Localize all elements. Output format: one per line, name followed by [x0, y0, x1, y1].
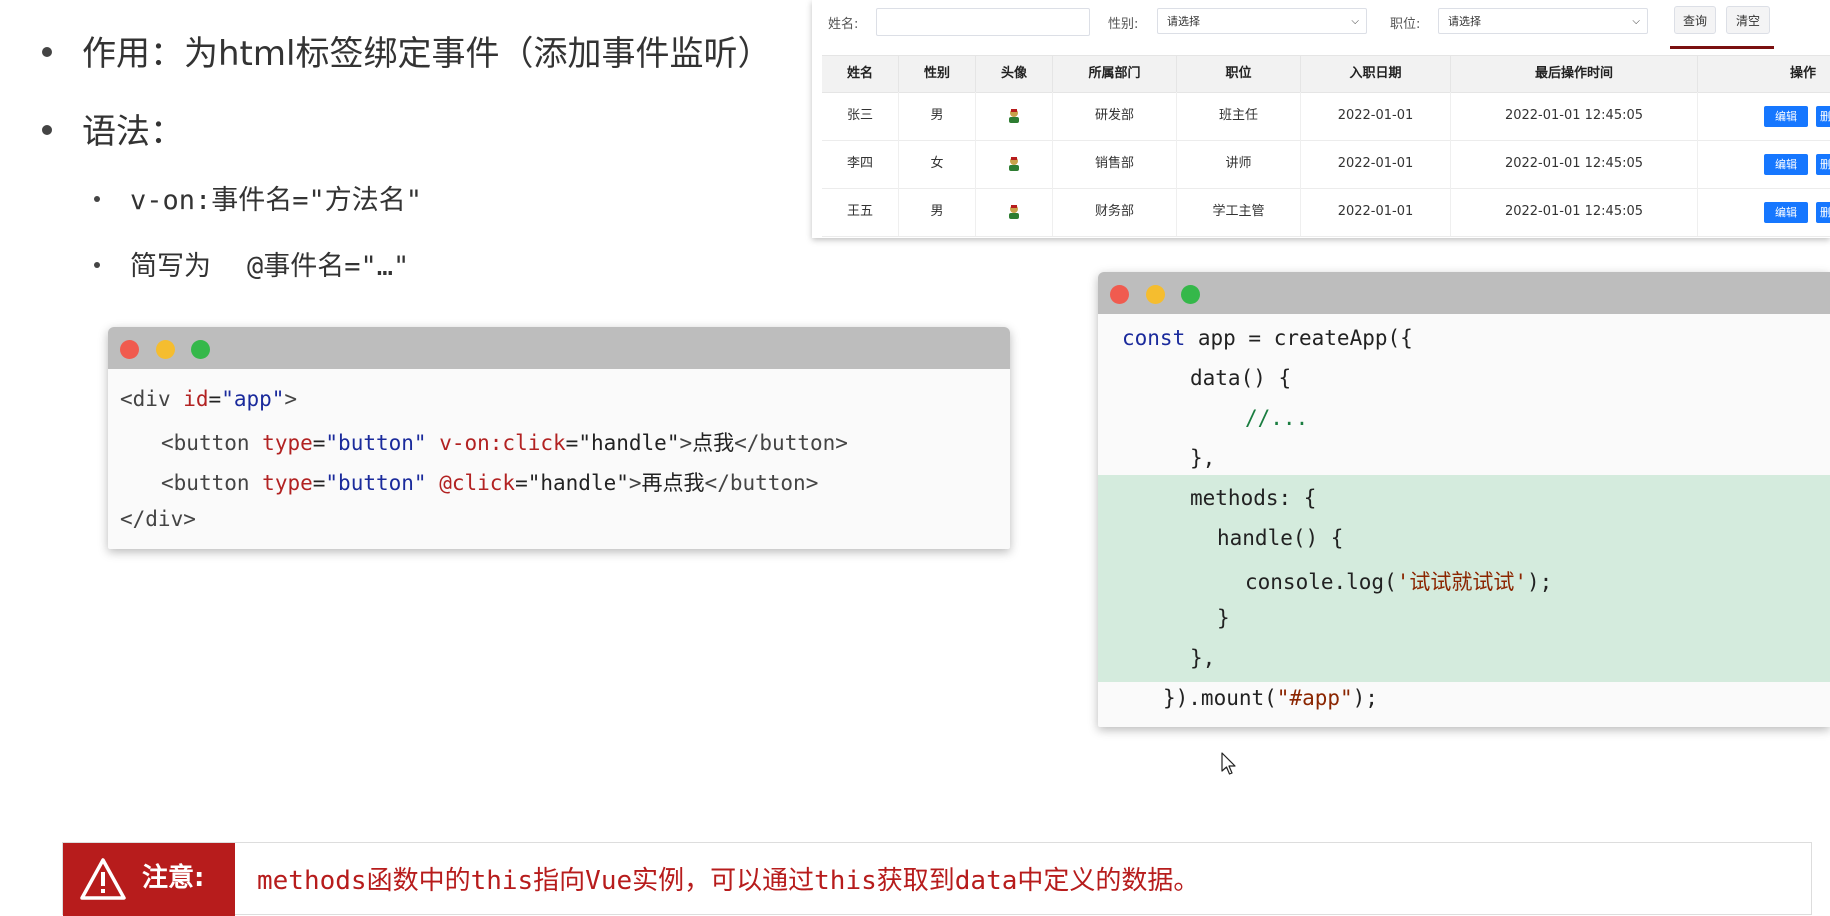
column-header: 入职日期 [1301, 56, 1451, 92]
cell-name: 张三 [822, 92, 899, 140]
cell-position: 学工主管 [1177, 188, 1301, 236]
cell-avatar [976, 140, 1053, 188]
note-label: 注意: [142, 863, 205, 893]
edit-button[interactable]: 编辑 [1764, 154, 1808, 175]
code-line: </div> [120, 507, 196, 531]
minimize-light-icon [1146, 285, 1165, 304]
html-code-window: <div id="app"> <button type="button" v-o… [108, 327, 1010, 549]
cell-last-op: 2022-01-01 12:45:05 [1451, 140, 1698, 188]
cell-gender: 男 [899, 188, 976, 236]
column-header: 职位 [1177, 56, 1301, 92]
edit-button[interactable]: 编辑 [1764, 106, 1808, 127]
column-header: 操作 [1789, 66, 1816, 81]
column-header: 所属部门 [1053, 56, 1177, 92]
code-line: <div id="app"> [120, 387, 298, 411]
filter-position-label: 职位: [1390, 17, 1421, 32]
cell-entry-date: 2022-01-01 [1301, 188, 1451, 236]
bullet-syntax: 语法： [42, 104, 184, 153]
mouse-cursor-icon [1221, 752, 1236, 775]
table-row: 王五 男 财务部 学工主管 2022-01-01 2022-01-01 12:4… [822, 188, 1830, 237]
cell-gender: 女 [899, 140, 976, 188]
maximize-light-icon [191, 340, 210, 359]
cell-entry-date: 2022-01-01 [1301, 92, 1451, 140]
avatar-icon [1009, 204, 1019, 219]
bullet-dot [42, 46, 52, 57]
delete-button[interactable]: 删 [1816, 154, 1830, 175]
cell-name: 李四 [822, 140, 899, 188]
table-header: 姓名 性别 头像 所属部门 职位 入职日期 最后操作时间 操作 [822, 55, 1830, 93]
window-titlebar [1098, 272, 1830, 314]
column-header: 姓名 [822, 56, 899, 92]
warning-icon [80, 858, 126, 900]
bullet-purpose: 作用：为html标签绑定事件（添加事件监听） [42, 26, 771, 75]
filter-gender-label: 性别: [1108, 17, 1139, 32]
cell-last-op: 2022-01-01 12:45:05 [1451, 92, 1698, 140]
sub-bullet-von-text: v-on:事件名="方法名" [130, 185, 423, 216]
cell-dept: 研发部 [1053, 92, 1177, 140]
maximize-light-icon [1181, 285, 1200, 304]
code-line: data() { [1190, 366, 1292, 390]
delete-button[interactable]: 删 [1816, 106, 1830, 127]
cell-position: 讲师 [1177, 140, 1301, 188]
filter-name-input[interactable] [876, 8, 1090, 36]
column-header: 性别 [899, 56, 976, 92]
bullet-dot [42, 124, 52, 135]
filter-position-select[interactable]: 请选择 ⌵ [1438, 8, 1648, 34]
chevron-down-icon: ⌵ [1632, 16, 1640, 27]
code-comment: //... [1245, 406, 1309, 430]
cell-dept: 销售部 [1053, 140, 1177, 188]
code-line: <button type="button" @click="handle">再点… [161, 471, 819, 495]
cell-entry-date: 2022-01-01 [1301, 140, 1451, 188]
code-line: console.log('试试就试试'); [1245, 570, 1553, 594]
code-line: <button type="button" v-on:click="handle… [161, 431, 848, 455]
sub-bullet-shorthand-code: @事件名="…" [247, 251, 410, 282]
filter-underline [1670, 46, 1774, 49]
cell-gender: 男 [899, 92, 976, 140]
delete-button[interactable]: 删 [1816, 202, 1830, 223]
cell-avatar [976, 188, 1053, 236]
bullet-purpose-text: 作用：为html标签绑定事件（添加事件监听） [82, 34, 772, 74]
code-line: } [1217, 606, 1230, 630]
edit-button[interactable]: 编辑 [1764, 202, 1808, 223]
code-line: handle() { [1217, 526, 1344, 550]
sub-bullet-shorthand-prefix: 简写为 [130, 251, 211, 282]
minimize-light-icon [156, 340, 175, 359]
sub-bullet-von: v-on:事件名="方法名" [94, 178, 422, 217]
cell-position: 班主任 [1177, 92, 1301, 140]
note-text: methods函数中的this指向Vue实例，可以通过this获取到data中定… [257, 866, 1200, 896]
filter-position-selected: 请选择 [1448, 15, 1481, 28]
filter-gender-selected: 请选择 [1167, 15, 1200, 28]
avatar-icon [1009, 156, 1019, 171]
js-code-window: const app = createApp({ data() { //... }… [1098, 272, 1830, 727]
close-light-icon [120, 340, 139, 359]
window-titlebar [108, 327, 1010, 369]
sub-bullet-dot [94, 195, 100, 202]
cell-name: 王五 [822, 188, 899, 236]
column-header: 头像 [976, 56, 1053, 92]
code-line: }).mount("#app"); [1163, 686, 1378, 710]
code-line: methods: { [1190, 486, 1317, 510]
cell-dept: 财务部 [1053, 188, 1177, 236]
sub-bullet-shorthand: 简写为 @事件名="…" [94, 244, 409, 283]
bullet-syntax-text: 语法： [82, 112, 184, 152]
sub-bullet-dot [94, 261, 100, 268]
filter-name-label: 姓名: [828, 17, 859, 32]
clear-button[interactable]: 清空 [1726, 6, 1770, 34]
cell-avatar [976, 92, 1053, 140]
chevron-down-icon: ⌵ [1351, 16, 1359, 27]
query-button[interactable]: 查询 [1674, 6, 1716, 34]
column-header: 最后操作时间 [1451, 56, 1698, 92]
close-light-icon [1110, 285, 1129, 304]
avatar-icon [1009, 108, 1019, 123]
filter-gender-select[interactable]: 请选择 ⌵ [1157, 8, 1367, 34]
employee-table-panel: 姓名: 性别: 请选择 ⌵ 职位: 请选择 ⌵ 查询 清空 姓名 性别 头像 所… [812, 0, 1830, 238]
code-line: }, [1190, 446, 1216, 470]
code-line: }, [1190, 646, 1216, 670]
cell-last-op: 2022-01-01 12:45:05 [1451, 188, 1698, 236]
table-row: 李四 女 销售部 讲师 2022-01-01 2022-01-01 12:45:… [822, 140, 1830, 189]
note-bar: 注意: methods函数中的this指向Vue实例，可以通过this获取到da… [62, 842, 1812, 916]
note-label-box: 注意: [63, 843, 235, 916]
code-line: const app = createApp({ [1122, 326, 1413, 350]
table-row: 张三 男 研发部 班主任 2022-01-01 2022-01-01 12:45… [822, 92, 1830, 141]
